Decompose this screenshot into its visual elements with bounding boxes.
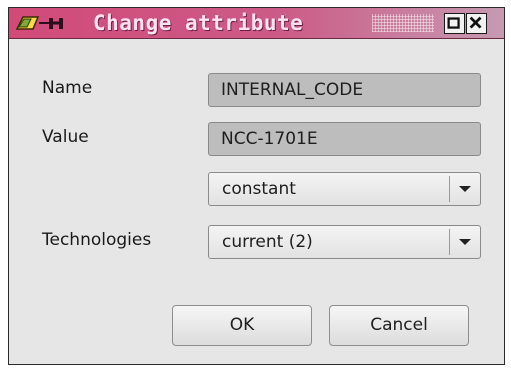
title-drag-handle[interactable] [372,14,434,32]
close-icon [469,16,482,29]
dialog-title: Change attribute [93,11,304,35]
type-selected: constant [222,179,296,199]
title-bar[interactable]: Change attribute [9,8,504,39]
pencil-link-icon [15,16,63,30]
ok-button[interactable]: OK [172,305,312,346]
value-label: Value [42,127,89,147]
close-button[interactable] [466,13,487,34]
chevron-down-icon [459,186,471,192]
maximize-button[interactable] [444,13,465,34]
value-field[interactable]: NCC-1701E [208,122,481,156]
dropdown-divider [449,176,450,202]
chevron-down-icon [459,239,471,245]
name-label: Name [42,78,93,98]
change-attribute-dialog: Change attribute Name INTERNAL_CODE Valu… [8,7,505,365]
cancel-button[interactable]: Cancel [329,305,469,346]
dropdown-divider [449,229,450,255]
technologies-dropdown[interactable]: current (2) [208,225,481,259]
name-field[interactable]: INTERNAL_CODE [208,73,481,107]
maximize-icon [447,17,460,29]
type-dropdown[interactable]: constant [208,172,481,206]
technologies-selected: current (2) [222,232,313,252]
technologies-label: Technologies [42,230,152,250]
